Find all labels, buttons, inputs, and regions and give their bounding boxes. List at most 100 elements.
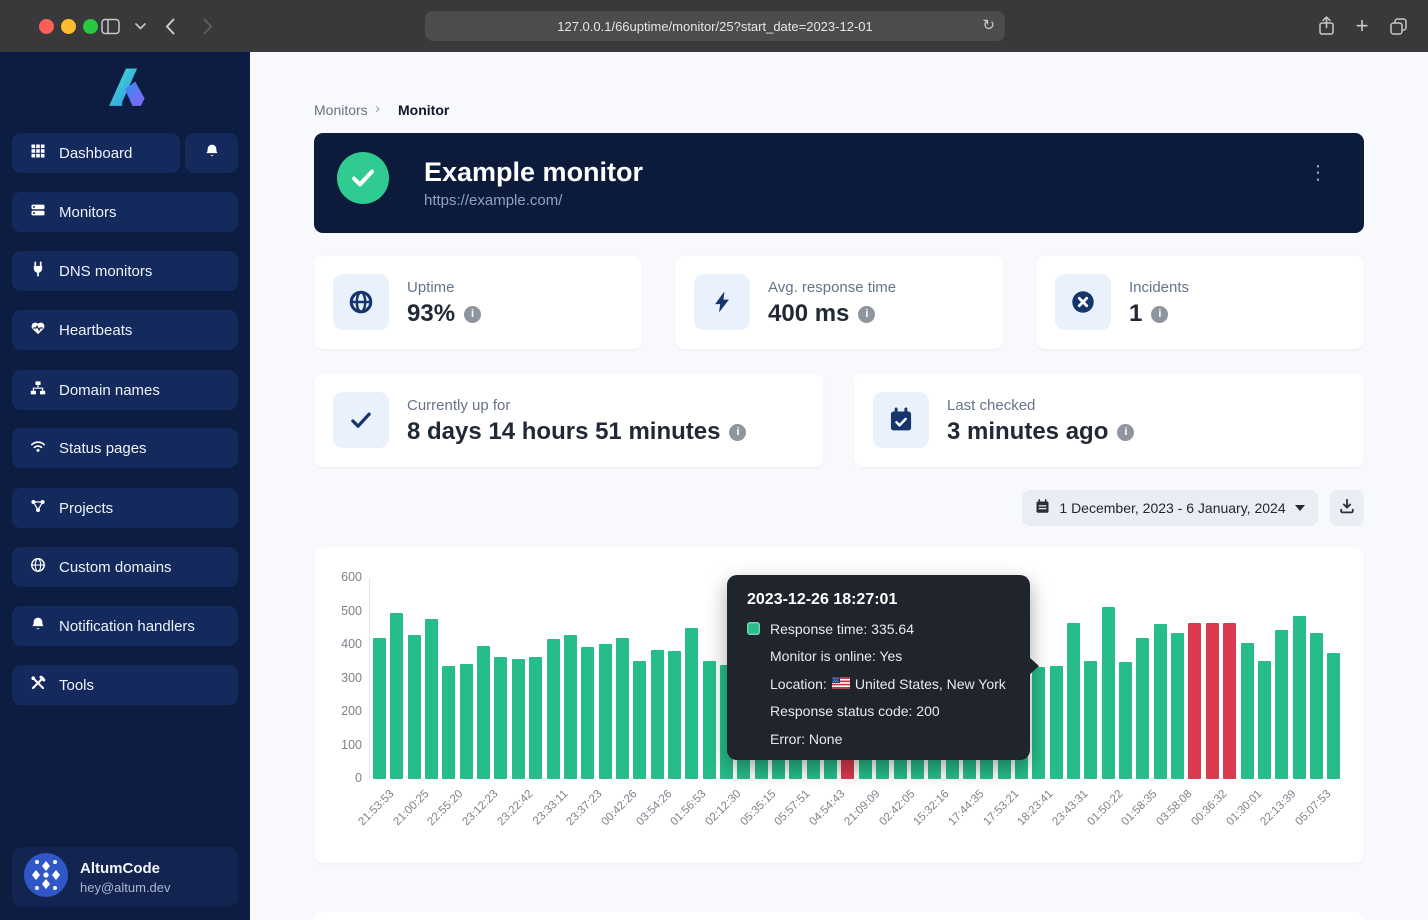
sidebar-item-notification-handlers[interactable]: Notification handlers <box>12 606 238 646</box>
us-flag-icon <box>832 676 850 692</box>
uptime-card: Uptime 93%i <box>314 256 642 349</box>
chart-bar[interactable] <box>1136 638 1149 779</box>
chart-bar[interactable] <box>581 647 594 779</box>
y-tick-label: 500 <box>316 604 362 618</box>
chart-bar[interactable] <box>494 657 507 779</box>
chart-bar[interactable] <box>390 613 403 779</box>
info-icon[interactable]: i <box>1151 306 1168 323</box>
sidebar-item-dns-monitors[interactable]: DNS monitors <box>12 251 238 291</box>
forward-button[interactable] <box>196 14 220 38</box>
notifications-button[interactable] <box>185 133 238 173</box>
close-window-button[interactable] <box>39 19 54 34</box>
y-tick-label: 100 <box>316 738 362 752</box>
series-swatch-icon <box>747 622 760 635</box>
chart-bar[interactable] <box>1223 623 1236 779</box>
chart-bar[interactable] <box>1032 667 1045 779</box>
breadcrumb-monitors[interactable]: Monitors <box>314 102 368 118</box>
sidebar-item-monitors[interactable]: Monitors <box>12 192 238 232</box>
chart-bar[interactable] <box>668 651 681 779</box>
chart-bar[interactable] <box>616 638 629 779</box>
tooltip-location: Location: United States, New York <box>747 676 1010 692</box>
date-range-button[interactable]: 1 December, 2023 - 6 January, 2024 <box>1022 490 1318 526</box>
chart-bar[interactable] <box>564 635 577 779</box>
chart-bar[interactable] <box>1102 607 1115 779</box>
sidebar-item-dashboard[interactable]: Dashboard <box>12 133 180 173</box>
sidebar-item-status-pages[interactable]: Status pages <box>12 428 238 468</box>
chart-bar[interactable] <box>529 657 542 779</box>
avatar <box>24 853 68 902</box>
account-card[interactable]: AltumCode hey@altum.dev <box>12 847 238 907</box>
chart-bar[interactable] <box>373 638 386 779</box>
chart-bar[interactable] <box>1171 633 1184 779</box>
zoom-window-button[interactable] <box>83 19 98 34</box>
chart-bar[interactable] <box>512 659 525 779</box>
sidebar-item-label: Monitors <box>59 204 117 221</box>
chart-tooltip: 2023-12-26 18:27:01 Response time: 335.6… <box>727 575 1030 760</box>
chart-bar[interactable] <box>1327 653 1340 779</box>
globe-icon <box>30 557 46 577</box>
chart-bar[interactable] <box>425 619 438 779</box>
sidebar-item-heartbeats[interactable]: Heartbeats <box>12 310 238 350</box>
chart-bar[interactable] <box>651 650 664 779</box>
chart-bar[interactable] <box>599 644 612 779</box>
chart-bar[interactable] <box>1275 630 1288 779</box>
sidebar-item-custom-domains[interactable]: Custom domains <box>12 547 238 587</box>
chart-bar[interactable] <box>1310 633 1323 779</box>
breadcrumb-current: Monitor <box>398 102 449 118</box>
chart-bar[interactable] <box>1050 666 1063 779</box>
y-tick-label: 0 <box>316 771 362 785</box>
chart-bar[interactable] <box>1084 661 1097 779</box>
chart-bar[interactable] <box>1293 616 1306 779</box>
info-icon[interactable]: i <box>464 306 481 323</box>
chart-bar[interactable] <box>1206 623 1219 779</box>
chart-bar[interactable] <box>633 661 646 779</box>
share-icon[interactable] <box>1314 14 1338 38</box>
last-checked-value: 3 minutes ago <box>947 418 1108 446</box>
sidebar-item-label: Dashboard <box>59 145 132 162</box>
tooltip-timestamp: 2023-12-26 18:27:01 <box>747 591 1010 609</box>
sidebar-item-projects[interactable]: Projects <box>12 488 238 528</box>
sidebar-item-tools[interactable]: Tools <box>12 665 238 705</box>
export-button[interactable] <box>1330 490 1364 526</box>
chart-bar[interactable] <box>1154 624 1167 779</box>
browser-chrome: 127.0.0.1/66uptime/monitor/25?start_date… <box>0 0 1428 52</box>
check-icon <box>333 392 389 448</box>
chart-bar[interactable] <box>1067 623 1080 779</box>
sidebar-toggle-icon[interactable] <box>98 14 122 38</box>
chart-bar[interactable] <box>1188 623 1201 779</box>
incidents-card: Incidents 1i <box>1036 256 1364 349</box>
minimize-window-button[interactable] <box>61 19 76 34</box>
chart-bar[interactable] <box>703 661 716 779</box>
tools-icon <box>30 675 46 695</box>
chevron-down-icon[interactable] <box>128 14 152 38</box>
chart-bar[interactable] <box>547 639 560 779</box>
heart-pulse-icon <box>30 320 46 340</box>
calendar-check-icon <box>873 392 929 448</box>
currently-up-label: Currently up for <box>407 397 510 414</box>
tab-overview-icon[interactable] <box>1386 14 1410 38</box>
chart-bar[interactable] <box>408 635 421 779</box>
back-button[interactable] <box>158 14 182 38</box>
info-icon[interactable]: i <box>1117 424 1134 441</box>
avg-response-label: Avg. response time <box>768 279 896 296</box>
chart-bar[interactable] <box>1119 662 1132 779</box>
new-tab-button[interactable]: + <box>1350 14 1374 38</box>
bell-icon <box>30 616 46 636</box>
sidebar-item-label: DNS monitors <box>59 263 152 280</box>
calendar-icon <box>1035 499 1050 517</box>
monitor-menu-button[interactable]: ⋮ <box>1308 163 1328 183</box>
sidebar-item-domain-names[interactable]: Domain names <box>12 370 238 410</box>
chart-bar[interactable] <box>442 666 455 779</box>
uptime-duration-card: Currently up for 8 days 14 hours 51 minu… <box>314 374 823 467</box>
reload-icon[interactable]: ↻ <box>982 16 995 34</box>
chart-bar[interactable] <box>477 646 490 779</box>
chart-bar[interactable] <box>460 664 473 779</box>
chart-bar[interactable] <box>1258 661 1271 779</box>
chart-bar[interactable] <box>685 628 698 779</box>
sidebar: Dashboard Monitors DNS monitors Heartbea… <box>0 52 250 920</box>
avg-response-value: 400 ms <box>768 300 849 328</box>
info-icon[interactable]: i <box>858 306 875 323</box>
url-field[interactable]: 127.0.0.1/66uptime/monitor/25?start_date… <box>425 11 1005 41</box>
info-icon[interactable]: i <box>729 424 746 441</box>
chart-bar[interactable] <box>1241 643 1254 779</box>
